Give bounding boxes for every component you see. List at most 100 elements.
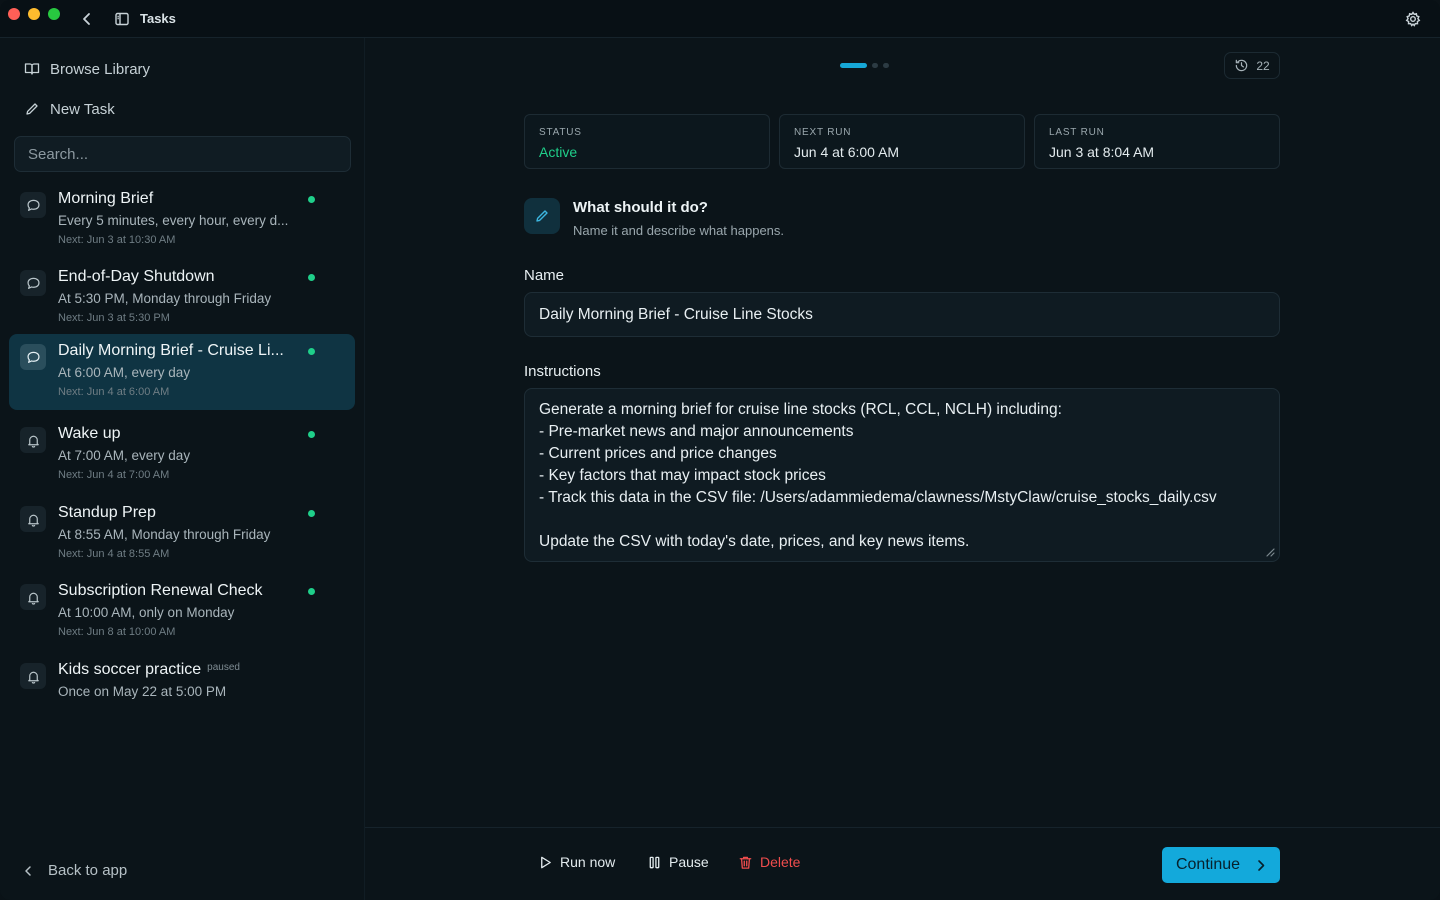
task-schedule: Once on May 22 at 5:00 PM	[58, 684, 227, 699]
bell-icon	[20, 506, 46, 532]
resize-grip-icon[interactable]	[1265, 547, 1275, 557]
back-to-app-link[interactable]: Back to app	[22, 862, 127, 879]
section-subtitle: Name it and describe what happens.	[573, 223, 785, 238]
bell-icon	[20, 584, 46, 610]
app-window: Tasks Browse Library New Task Morning Br…	[0, 0, 1440, 900]
gear-icon[interactable]	[1404, 10, 1422, 28]
stat-value: Jun 4 at 6:00 AM	[794, 144, 900, 160]
last-run-card: LAST RUN Jun 3 at 8:04 AM	[1034, 114, 1280, 169]
task-item-daily-morning-brief[interactable]: Daily Morning Brief - Cruise Li... At 6:…	[9, 334, 355, 410]
stat-label: LAST RUN	[1049, 127, 1105, 138]
close-window-button[interactable]	[8, 8, 20, 20]
sidebar-toggle-icon[interactable]	[114, 11, 130, 27]
book-icon	[24, 63, 40, 75]
play-icon	[541, 856, 551, 868]
run-now-label: Run now	[560, 854, 616, 870]
step-dot-1	[840, 63, 867, 68]
instructions-text: Generate a morning brief for cruise line…	[539, 401, 1217, 550]
status-card: STATUS Active	[524, 114, 770, 169]
pause-label: Pause	[669, 854, 709, 870]
stat-label: NEXT RUN	[794, 127, 852, 138]
browse-library-link[interactable]: Browse Library	[24, 57, 150, 81]
delete-button[interactable]: Delete	[738, 854, 800, 870]
continue-label: Continue	[1175, 856, 1241, 873]
bell-icon	[20, 663, 46, 689]
active-status-dot	[308, 274, 315, 281]
zoom-window-button[interactable]	[48, 8, 60, 20]
stat-value: Active	[539, 144, 578, 160]
task-title: End-of-Day Shutdown	[58, 268, 215, 285]
active-status-dot	[308, 348, 315, 355]
name-input[interactable]	[524, 292, 1280, 337]
task-schedule: At 7:00 AM, every day	[58, 448, 191, 463]
stat-value: Jun 3 at 8:04 AM	[1049, 144, 1155, 160]
task-title: Subscription Renewal Check	[58, 582, 263, 599]
run-history-button[interactable]: 22	[1224, 52, 1280, 79]
history-count: 22	[1256, 58, 1270, 73]
task-schedule: At 5:30 PM, Monday through Friday	[58, 291, 272, 306]
task-schedule: At 8:55 AM, Monday through Friday	[58, 527, 271, 542]
step-dot-2	[872, 63, 878, 68]
browse-library-label: Browse Library	[50, 60, 151, 78]
continue-button[interactable]: Continue	[1162, 847, 1280, 883]
bell-icon	[20, 427, 46, 453]
step-indicator	[840, 63, 889, 68]
active-status-dot	[308, 510, 315, 517]
sidebar: Browse Library New Task Morning Brief Ev…	[0, 38, 365, 900]
run-now-button[interactable]: Run now	[538, 854, 615, 870]
pencil-icon	[26, 103, 38, 115]
back-to-app-label: Back to app	[48, 862, 128, 879]
task-item-subscription-renewal-check[interactable]: Subscription Renewal Check At 10:00 AM, …	[9, 574, 355, 650]
step-dot-3	[883, 63, 889, 68]
history-icon	[1236, 59, 1248, 72]
stat-label: STATUS	[539, 127, 582, 138]
task-item-kids-soccer-practice[interactable]: Kids soccer practice paused Once on May 2…	[9, 653, 355, 729]
next-run-card: NEXT RUN Jun 4 at 6:00 AM	[779, 114, 1025, 169]
task-title: Daily Morning Brief - Cruise Li...	[58, 342, 284, 359]
chat-bubble-icon	[20, 344, 46, 370]
task-schedule: At 6:00 AM, every day	[58, 365, 191, 380]
chevron-right-icon	[1258, 859, 1265, 871]
task-next-run: Next: Jun 4 at 6:00 AM	[58, 386, 170, 398]
section-title: What should it do?	[573, 199, 708, 216]
pencil-icon	[524, 198, 560, 234]
chat-bubble-icon	[20, 192, 46, 218]
task-schedule: At 10:00 AM, only on Monday	[58, 605, 235, 620]
task-title: Morning Brief	[58, 190, 154, 207]
active-status-dot	[308, 431, 315, 438]
instructions-label: Instructions	[524, 363, 601, 380]
title-bar: Tasks	[0, 0, 1440, 38]
task-item-morning-brief[interactable]: Morning Brief Every 5 minutes, every hou…	[9, 182, 355, 258]
task-title-row: Kids soccer practice paused	[58, 661, 240, 679]
name-label: Name	[524, 267, 565, 284]
task-item-end-of-day-shutdown[interactable]: End-of-Day Shutdown At 5:30 PM, Monday t…	[9, 260, 355, 336]
main-panel: 22 STATUS Active NEXT RUN Jun 4 at 6:00 …	[365, 38, 1440, 900]
task-title: Standup Prep	[58, 504, 156, 521]
task-title: Kids soccer practice	[58, 661, 202, 678]
task-next-run: Next: Jun 4 at 8:55 AM	[58, 548, 170, 560]
active-status-dot	[308, 196, 315, 203]
chat-bubble-icon	[20, 270, 46, 296]
task-item-wake-up[interactable]: Wake up At 7:00 AM, every day Next: Jun …	[9, 417, 355, 493]
task-schedule: Every 5 minutes, every hour, every d...	[58, 213, 289, 228]
pause-icon	[649, 856, 660, 868]
window-title: Tasks	[140, 11, 176, 26]
delete-label: Delete	[760, 854, 801, 870]
paused-badge: paused	[207, 662, 240, 673]
search-input[interactable]	[14, 136, 351, 172]
task-item-standup-prep[interactable]: Standup Prep At 8:55 AM, Monday through …	[9, 496, 355, 572]
task-title: Wake up	[58, 425, 121, 442]
minimize-window-button[interactable]	[28, 8, 40, 20]
trash-icon	[739, 856, 752, 869]
task-next-run: Next: Jun 4 at 7:00 AM	[58, 469, 170, 481]
action-footer: Run now Pause Delete Continue	[365, 827, 1440, 900]
chevron-left-icon[interactable]	[80, 10, 94, 28]
instructions-textarea[interactable]: Generate a morning brief for cruise line…	[524, 388, 1280, 562]
new-task-link[interactable]: New Task	[24, 97, 115, 121]
task-next-run: Next: Jun 3 at 10:30 AM	[58, 234, 176, 246]
chevron-left-icon	[25, 865, 31, 876]
task-next-run: Next: Jun 3 at 5:30 PM	[58, 312, 170, 324]
new-task-label: New Task	[50, 100, 115, 118]
pause-button[interactable]: Pause	[647, 854, 709, 870]
task-next-run: Next: Jun 8 at 10:00 AM	[58, 626, 176, 638]
